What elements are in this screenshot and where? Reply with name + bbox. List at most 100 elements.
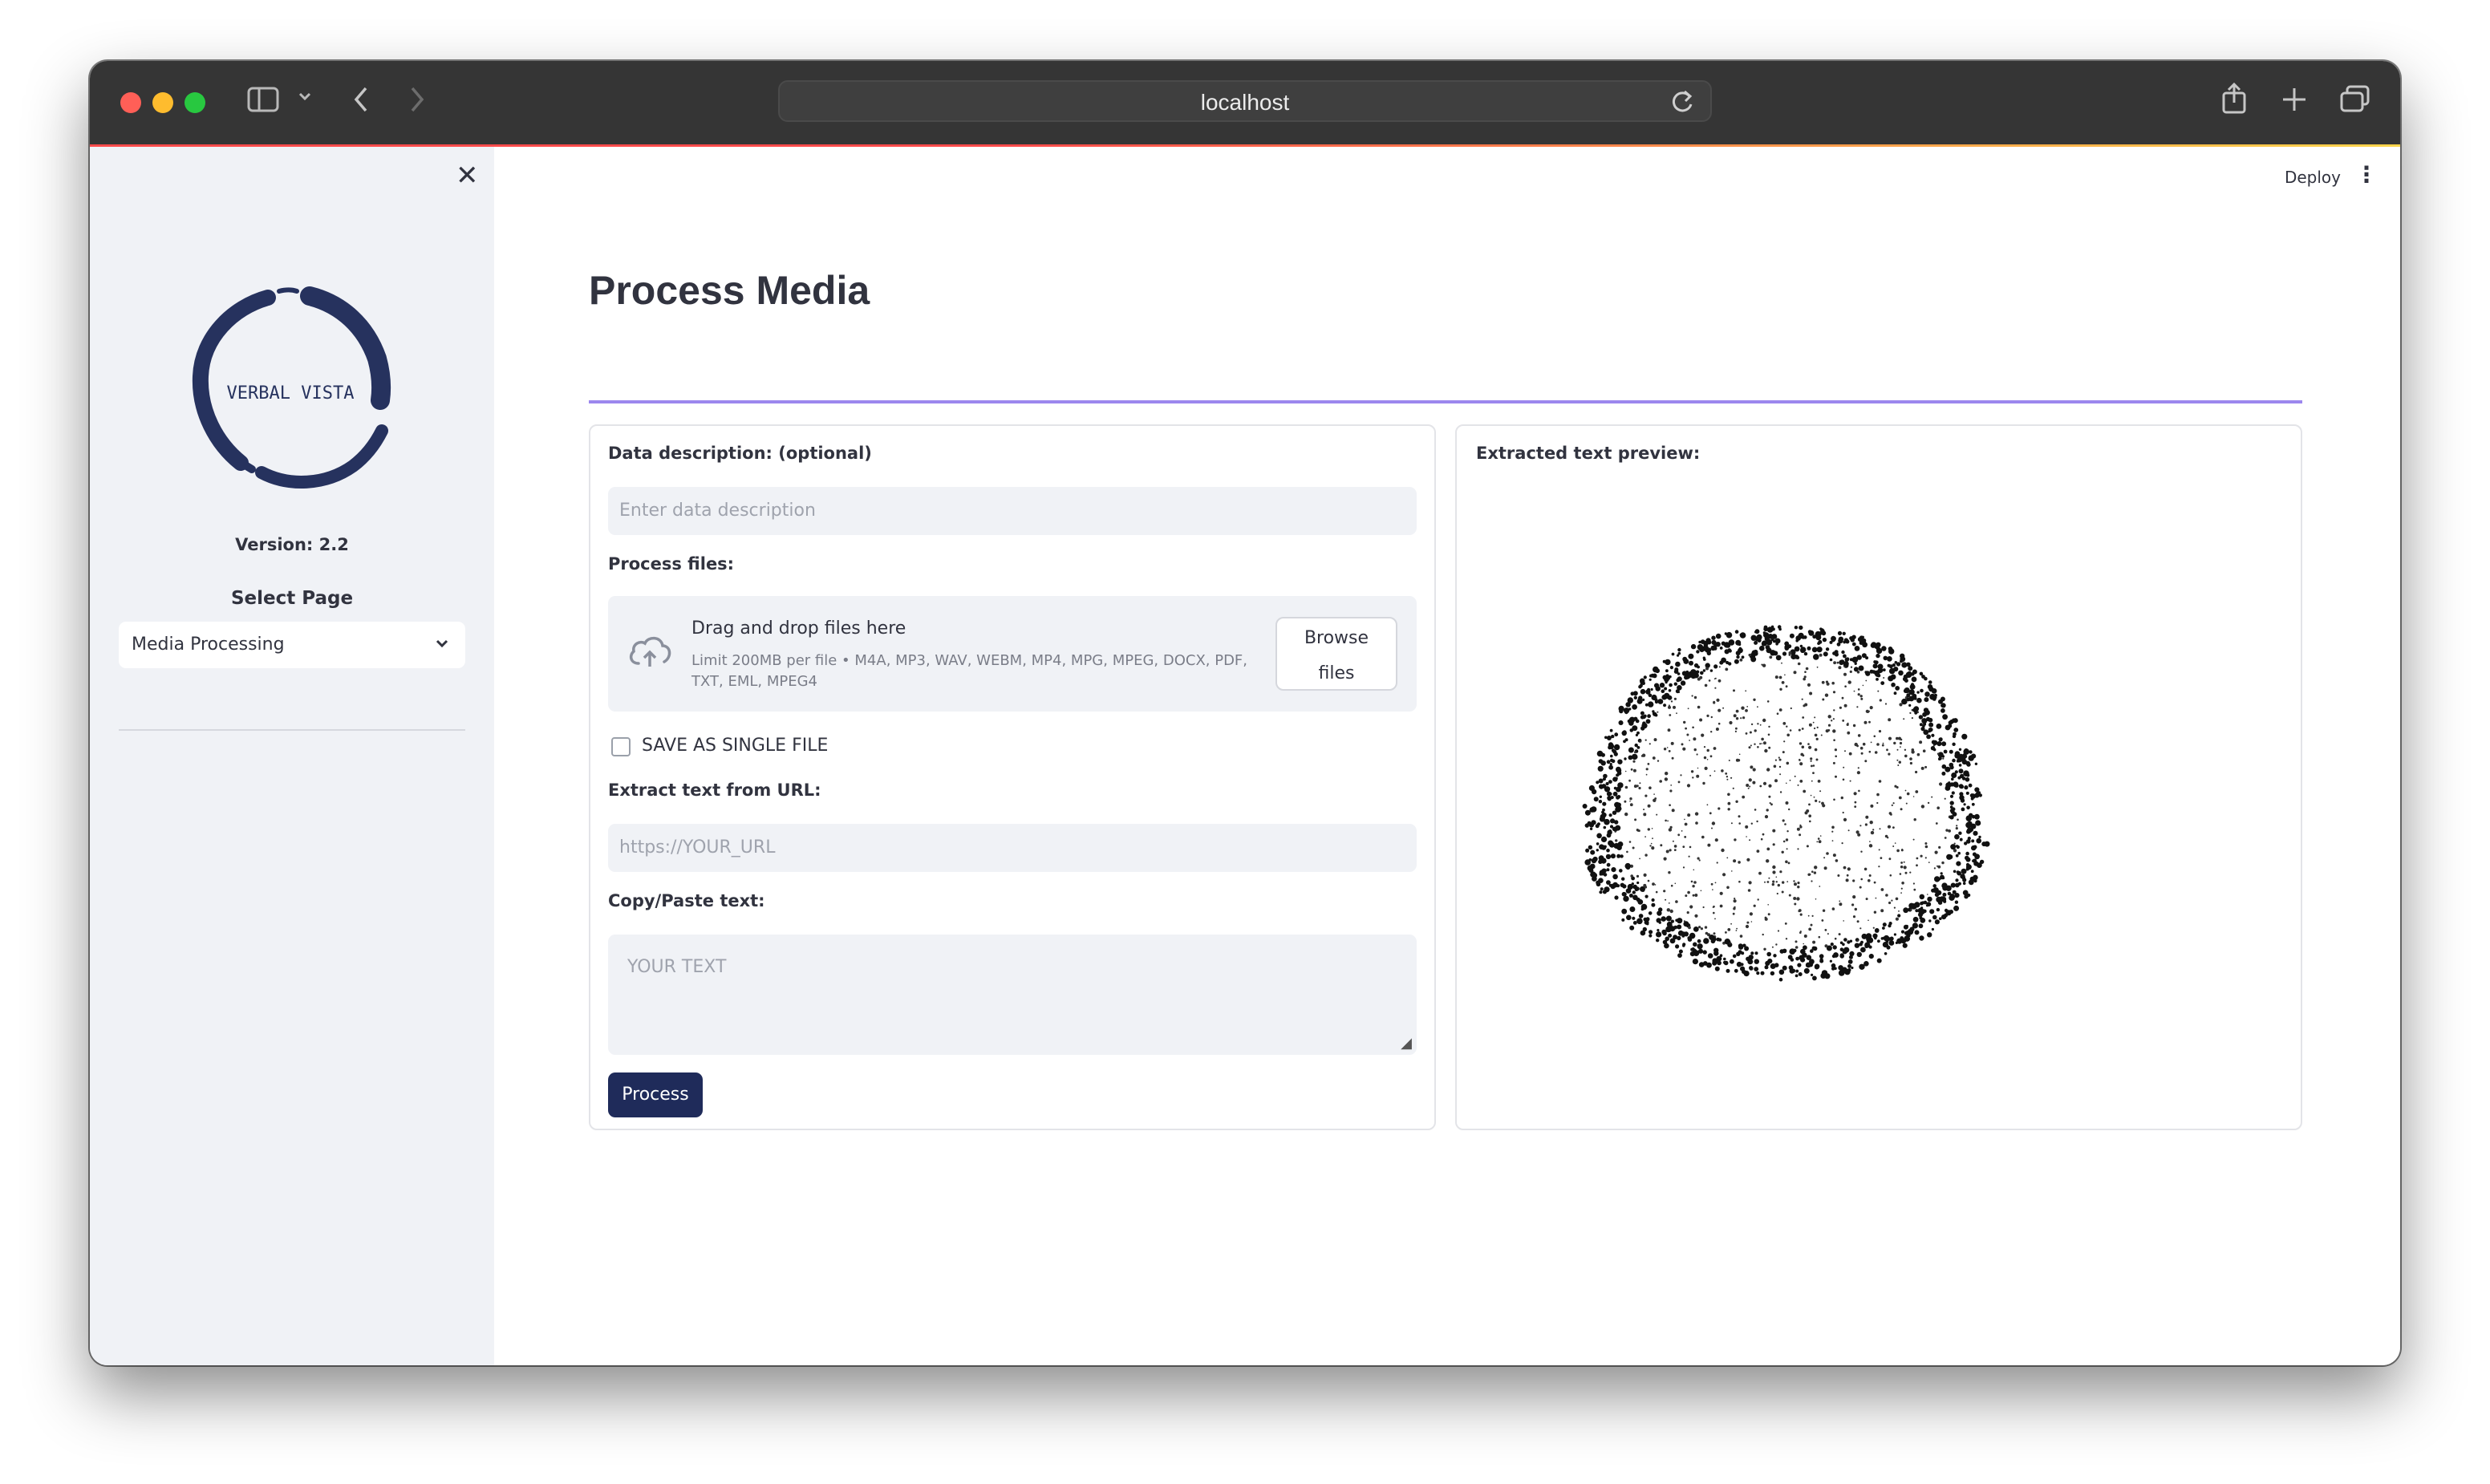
particle-dot bbox=[1942, 757, 1945, 760]
forward-icon[interactable] bbox=[408, 83, 427, 119]
particle-dot bbox=[1831, 635, 1836, 642]
particle-dot bbox=[1645, 768, 1649, 771]
particle-dot bbox=[1727, 928, 1731, 931]
process-button[interactable]: Process bbox=[608, 1072, 703, 1117]
particle-dot bbox=[1842, 631, 1846, 635]
window-zoom-button[interactable] bbox=[185, 92, 205, 113]
particle-dot bbox=[1592, 872, 1598, 878]
url-input[interactable]: https://YOUR_URL bbox=[608, 824, 1417, 872]
tab-overview-icon[interactable] bbox=[2339, 85, 2370, 117]
particle-dot bbox=[1832, 718, 1835, 720]
back-icon[interactable] bbox=[351, 83, 371, 119]
particle-dot bbox=[1709, 774, 1711, 776]
single-file-checkbox[interactable] bbox=[611, 737, 631, 756]
particle-dot bbox=[1738, 753, 1741, 756]
file-dropzone[interactable]: Drag and drop files here Limit 200MB per… bbox=[608, 596, 1417, 712]
address-bar-url[interactable]: localhost bbox=[780, 90, 1710, 116]
particle-dot bbox=[1663, 890, 1666, 893]
particle-dot bbox=[1766, 647, 1772, 654]
particle-dot bbox=[1944, 908, 1949, 913]
particle-dot bbox=[1596, 842, 1600, 845]
particle-dot bbox=[1683, 921, 1689, 927]
particle-dot bbox=[1682, 656, 1688, 662]
paste-textarea[interactable]: YOUR TEXT ◢ bbox=[608, 935, 1417, 1055]
particle-dot bbox=[1726, 631, 1733, 639]
particle-dot bbox=[1762, 933, 1764, 936]
particle-dot bbox=[1958, 784, 1964, 789]
particle-dot bbox=[1635, 886, 1640, 891]
particle-dot bbox=[1766, 881, 1770, 883]
particle-dot bbox=[1785, 838, 1789, 841]
particle-dot bbox=[1914, 902, 1920, 908]
particle-dot bbox=[1872, 829, 1875, 831]
particle-dot bbox=[1844, 657, 1849, 662]
new-tab-icon[interactable] bbox=[2281, 87, 2307, 116]
particle-dot bbox=[1876, 958, 1882, 963]
reload-icon[interactable] bbox=[1669, 87, 1696, 124]
particle-dot bbox=[1723, 960, 1727, 964]
particle-dot bbox=[1620, 854, 1624, 858]
particle-dot bbox=[1739, 658, 1743, 662]
close-sidebar-icon[interactable]: ✕ bbox=[456, 160, 479, 192]
particle-dot bbox=[1870, 741, 1872, 744]
particle-dot bbox=[1853, 792, 1857, 796]
chevron-down-icon[interactable] bbox=[297, 88, 313, 107]
dropzone-limit-text: Limit 200MB per file • M4A, MP3, WAV, WE… bbox=[691, 652, 1248, 690]
particle-dot bbox=[1764, 965, 1769, 970]
particle-dot bbox=[1832, 761, 1835, 764]
particle-dot bbox=[1840, 796, 1843, 800]
address-bar[interactable]: localhost bbox=[778, 80, 1712, 122]
particle-dot bbox=[1767, 733, 1770, 736]
particle-dot bbox=[1696, 774, 1700, 778]
particle-dot bbox=[1865, 815, 1869, 819]
main-menu-icon[interactable]: ⋮ bbox=[2355, 161, 2378, 188]
single-file-label[interactable]: SAVE AS SINGLE FILE bbox=[642, 736, 828, 756]
particle-dot bbox=[1811, 973, 1814, 976]
particle-dot bbox=[1904, 748, 1907, 751]
particle-dot bbox=[1883, 677, 1885, 679]
particle-dot bbox=[1748, 881, 1752, 885]
particle-dot bbox=[1735, 717, 1739, 720]
page-select[interactable]: Media Processing bbox=[119, 622, 465, 668]
particle-dot bbox=[1774, 759, 1777, 761]
particle-dot bbox=[1955, 878, 1959, 882]
browse-files-button[interactable]: Browse files bbox=[1275, 617, 1397, 691]
particle-dot bbox=[1883, 935, 1890, 942]
particle-dot bbox=[1932, 740, 1938, 745]
particle-dot bbox=[1824, 973, 1831, 979]
particle-dot bbox=[1677, 833, 1681, 837]
resize-handle-icon[interactable]: ◢ bbox=[1401, 1035, 1412, 1052]
particle-dot bbox=[1652, 837, 1653, 840]
particle-dot bbox=[1777, 625, 1782, 629]
particle-dot bbox=[1936, 752, 1940, 756]
particle-dot bbox=[1857, 734, 1861, 737]
window-close-button[interactable] bbox=[120, 92, 141, 113]
particle-dot bbox=[1665, 915, 1672, 922]
particle-dot bbox=[1739, 633, 1743, 637]
particle-dot bbox=[1847, 829, 1850, 832]
particle-dot bbox=[1704, 926, 1708, 929]
particle-dot bbox=[1746, 956, 1750, 961]
title-divider bbox=[589, 400, 2302, 403]
particle-dot bbox=[1955, 827, 1958, 830]
particle-dot bbox=[1961, 874, 1964, 878]
particle-dot bbox=[1657, 929, 1660, 932]
particle-dot bbox=[1761, 641, 1766, 647]
particle-dot bbox=[1625, 888, 1632, 894]
particle-dot bbox=[1650, 687, 1653, 691]
sidebar-toggle-icon[interactable] bbox=[247, 85, 279, 117]
particle-dot bbox=[1944, 797, 1946, 800]
particle-dot bbox=[1797, 882, 1800, 885]
particle-dot bbox=[1632, 846, 1635, 849]
description-input[interactable]: Enter data description bbox=[608, 487, 1417, 535]
particle-dot bbox=[1723, 957, 1726, 961]
particle-dot bbox=[1912, 796, 1915, 797]
window-minimize-button[interactable] bbox=[152, 92, 173, 113]
particle-dot bbox=[1832, 691, 1836, 694]
particle-dot bbox=[1754, 729, 1757, 732]
deploy-button[interactable]: Deploy bbox=[2285, 168, 2341, 187]
particle-dot bbox=[1665, 849, 1669, 854]
share-icon[interactable] bbox=[2220, 82, 2248, 119]
particle-dot bbox=[1619, 708, 1624, 714]
particle-dot bbox=[1936, 724, 1942, 729]
